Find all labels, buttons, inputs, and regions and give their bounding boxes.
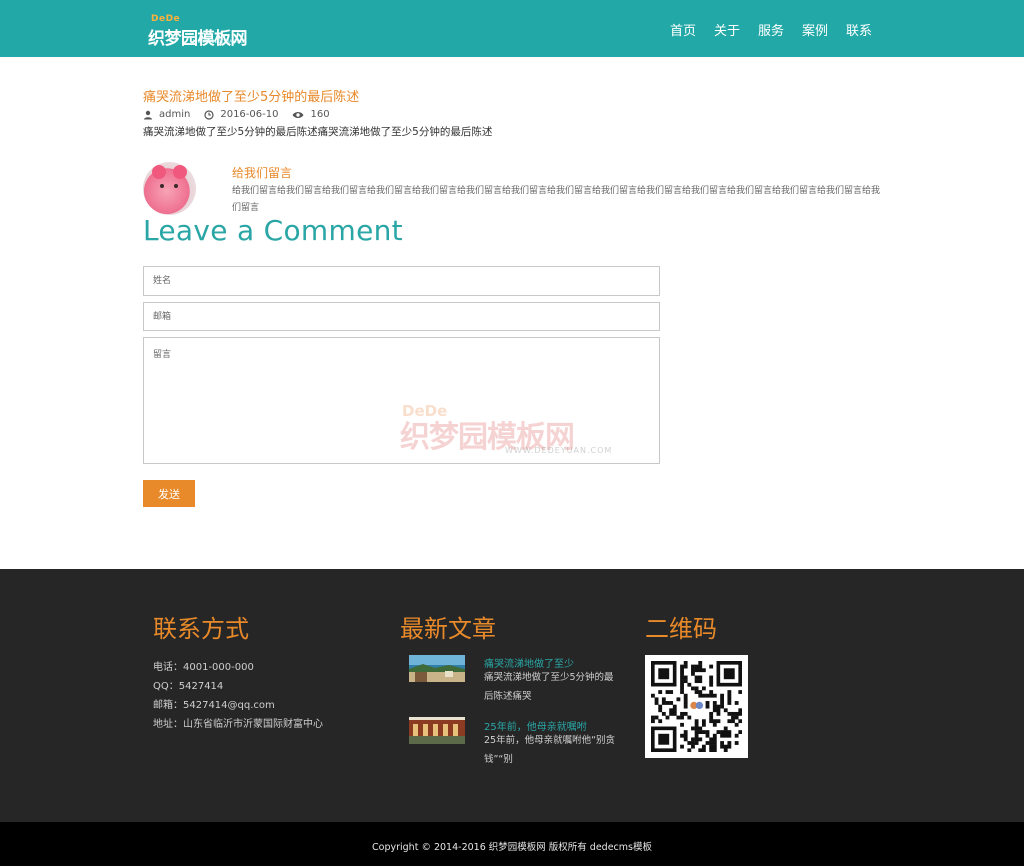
contact-address: 地址：山东省临沂市沂蒙国际财富中心 [153,719,323,730]
comment-author: 给我们留言 [232,166,293,180]
eye-icon [292,111,304,118]
name-field[interactable] [143,266,660,296]
message-field[interactable] [143,337,660,464]
qr-heading: 二维码 [645,615,717,643]
qr-code-image [645,655,748,758]
article-author: admin [159,109,191,120]
contact-phone: 电话：4001-000-000 [153,662,254,673]
leave-comment-title: Leave a Comment [143,214,403,247]
contact-heading: 联系方式 [153,615,249,643]
site-header: DeDe 织梦园模板网 WWW.DEDEYUAN.COM 首页 关于 服务 案例… [0,0,1024,57]
site-footer: 联系方式 电话：4001-000-000 QQ：5427414 邮箱：54274… [0,569,1024,822]
clock-icon [204,109,214,120]
article-date: 2016-06-10 [220,109,279,120]
copyright-bar: Copyright © 2014-2016 织梦园模板网 版权所有 dedecm… [0,822,1024,866]
logo-main-text: 织梦园模板网 [148,29,248,49]
news-thumbnail[interactable] [409,655,465,682]
nav-item-services[interactable]: 服务 [758,20,784,39]
site-logo[interactable]: DeDe 织梦园模板网 WWW.DEDEYUAN.COM [148,12,258,49]
send-button[interactable]: 发送 [143,480,195,507]
email-field[interactable] [143,302,660,331]
nav-item-contact[interactable]: 联系 [846,20,872,39]
contact-email: 邮箱：5427414@qq.com [153,700,275,711]
contact-qq: QQ：5427414 [153,681,224,692]
article-views: 160 [310,109,330,120]
user-icon [144,110,152,119]
article-meta: admin 2016-06-10 160 [143,109,344,120]
article-title[interactable]: 痛哭流涕地做了至少5分钟的最后陈述 [143,86,359,105]
logo-dede-text: DeDe [151,14,181,24]
nav-item-cases[interactable]: 案例 [802,20,828,39]
news-item-desc: 25年前，他母亲就嘱咐他“别贪钱”“别 [484,735,616,765]
news-thumbnail[interactable] [409,717,465,744]
comment-text: 给我们留言给我们留言给我们留言给我们留言给我们留言给我们留言给我们留言给我们留言… [232,186,881,213]
logo-url-text: WWW.DEDEYUAN.COM [198,39,247,44]
news-item-desc: 痛哭流涕地做了至少5分钟的最后陈述痛哭 [484,672,614,702]
article-body: 痛哭流涕地做了至少5分钟的最后陈述痛哭流涕地做了至少5分钟的最后陈述 [143,126,493,138]
copyright-text: Copyright © 2014-2016 织梦园模板网 版权所有 dedecm… [372,842,652,853]
news-heading: 最新文章 [400,615,496,643]
nav-item-about[interactable]: 关于 [714,20,740,39]
nav-item-home[interactable]: 首页 [670,20,696,39]
avatar [143,162,196,215]
